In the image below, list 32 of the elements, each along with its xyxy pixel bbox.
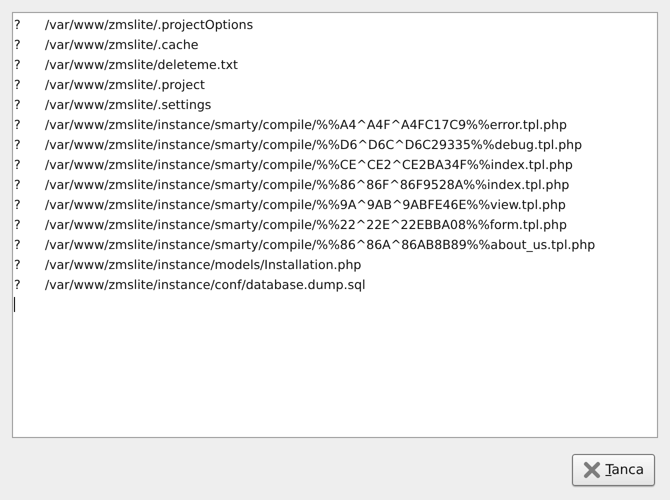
status-text: ?	[13, 96, 22, 114]
file-path: /var/www/zmslite/instance/smarty/compile/%%9A^9AB^9ABFE46E%%view.tpl.php	[45, 196, 566, 214]
status-text: ?	[13, 116, 22, 134]
file-path: /var/www/zmslite/instance/smarty/compile/%%CE^CE2^CE2BA34F%%index.tpl.php	[45, 156, 573, 174]
file-path: /var/www/zmslite/.settings	[45, 96, 212, 114]
file-path: /var/www/zmslite/.project	[45, 76, 205, 94]
file-path: /var/www/zmslite/instance/smarty/compile/%%D6^D6C^D6C29335%%debug.tpl.php	[45, 136, 582, 154]
text-cursor	[14, 297, 15, 312]
file-path: /var/www/zmslite/.projectOptions	[45, 16, 254, 34]
status-text: ?	[13, 16, 22, 34]
file-path: /var/www/zmslite/instance/smarty/compile/%%86^86A^86AB8B89%%about_us.tpl.php	[45, 236, 596, 254]
status-text: ?	[13, 36, 22, 54]
output-text-area[interactable]	[12, 12, 658, 438]
file-path: /var/www/zmslite/deleteme.txt	[45, 56, 238, 74]
status-text: ?	[13, 256, 22, 274]
file-path: /var/www/zmslite/instance/smarty/compile/%%22^22E^22EBBA08%%form.tpl.php	[45, 216, 567, 234]
file-path: /var/www/zmslite/.cache	[45, 36, 198, 54]
status-text: ?	[13, 276, 22, 294]
status-text: ?	[13, 236, 22, 254]
status-text: ?	[13, 56, 22, 74]
status-text: ?	[13, 216, 22, 234]
close-button[interactable]: Tanca	[572, 454, 655, 486]
status-text: ?	[13, 76, 22, 94]
file-path: /var/www/zmslite/instance/conf/database.dump.sql	[45, 276, 366, 294]
close-icon	[583, 461, 602, 479]
file-path: /var/www/zmslite/instance/smarty/compile/%%A4^A4F^A4FC17C9%%error.tpl.php	[45, 116, 567, 134]
status-text: ?	[13, 176, 22, 194]
status-text: ?	[13, 196, 22, 214]
file-path: /var/www/zmslite/instance/smarty/compile/%%86^86F^86F9528A%%index.tpl.php	[45, 176, 570, 194]
status-text: ?	[13, 136, 22, 154]
status-text: ?	[13, 156, 22, 174]
file-path: /var/www/zmslite/instance/models/Installation.php	[45, 256, 362, 274]
